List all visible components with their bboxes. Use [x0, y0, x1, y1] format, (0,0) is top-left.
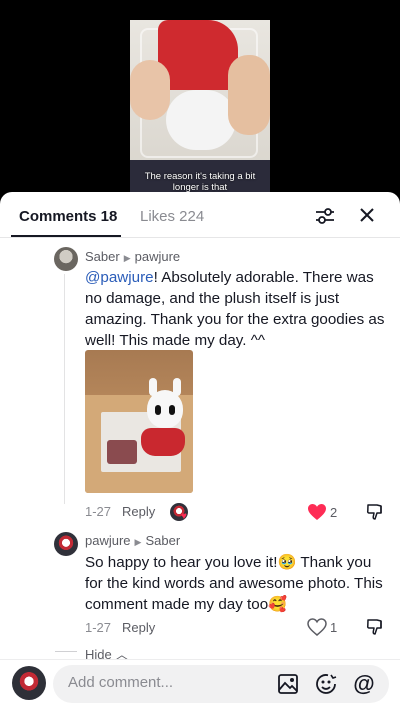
reply-button[interactable]: Reply	[122, 504, 155, 519]
comment-photo[interactable]	[85, 350, 193, 493]
author-name[interactable]: Saber	[85, 249, 120, 264]
like-count: 1	[330, 620, 338, 635]
dislike-icon[interactable]	[366, 618, 384, 636]
video-red-cloak	[158, 20, 238, 90]
video-right-hand	[228, 55, 270, 135]
active-tab-indicator	[11, 235, 121, 237]
tab-comments[interactable]: Comments 18	[19, 208, 117, 225]
comment-composer: @	[0, 659, 400, 711]
reply-to-name[interactable]: Saber	[145, 533, 180, 548]
video-white-plush	[166, 90, 236, 150]
reply-arrow-icon: ▶	[123, 253, 131, 263]
video-frame: The reason it's taking a bit longer is t…	[130, 20, 270, 193]
photo-plush-head	[147, 390, 183, 428]
reply-button[interactable]: Reply	[122, 620, 155, 635]
comment-date: 1-27	[85, 620, 112, 635]
tab-likes[interactable]: Likes 224	[140, 208, 204, 225]
avatar-pawjure[interactable]	[54, 532, 78, 556]
tab-bar: Comments 18 Likes 224	[0, 192, 400, 238]
mention-link[interactable]: @pawjure	[85, 269, 154, 286]
reply-arrow-icon: ▶	[134, 537, 142, 547]
photo-plush-eye	[155, 405, 161, 415]
comment-author[interactable]: pawjure ▶ Saber	[85, 533, 180, 548]
reply-to-name[interactable]: pawjure	[135, 249, 181, 264]
like-count: 2	[330, 505, 338, 520]
comments-sheet: Comments 18 Likes 224 Saber ▶ pawjure @paw…	[0, 192, 400, 711]
at-mention-icon[interactable]: @	[353, 673, 375, 695]
video-left-hand	[130, 60, 170, 120]
hide-divider	[55, 651, 77, 652]
emoji-icon[interactable]	[315, 673, 337, 695]
image-icon[interactable]	[277, 673, 299, 695]
avatar-saber[interactable]	[54, 247, 78, 271]
close-icon[interactable]	[357, 205, 377, 225]
comment-input-pill[interactable]: @	[53, 665, 389, 703]
video-caption: The reason it's taking a bit longer is t…	[144, 171, 256, 193]
video-player[interactable]: The reason it's taking a bit longer is t…	[0, 0, 400, 200]
photo-plush-eye	[169, 405, 175, 415]
heart-icon[interactable]	[307, 503, 327, 521]
comment-date: 1-27	[85, 504, 112, 519]
dislike-icon[interactable]	[366, 503, 384, 521]
comment-author[interactable]: Saber ▶ pawjure	[85, 249, 180, 264]
comment-text: So happy to hear you love it!🥹 Thank you…	[85, 554, 383, 613]
comment-input[interactable]	[68, 674, 268, 691]
creator-heart-icon: ♥	[181, 511, 187, 522]
my-avatar[interactable]	[12, 666, 46, 700]
photo-goodies	[107, 440, 137, 464]
author-name[interactable]: pawjure	[85, 533, 131, 548]
heart-icon[interactable]	[307, 618, 327, 636]
photo-plush-cloak	[141, 428, 185, 456]
comment-text: @pawjure! Absolutely adorable. There was…	[85, 267, 390, 351]
thread-line	[64, 274, 65, 504]
filter-sliders-icon[interactable]	[314, 205, 336, 227]
